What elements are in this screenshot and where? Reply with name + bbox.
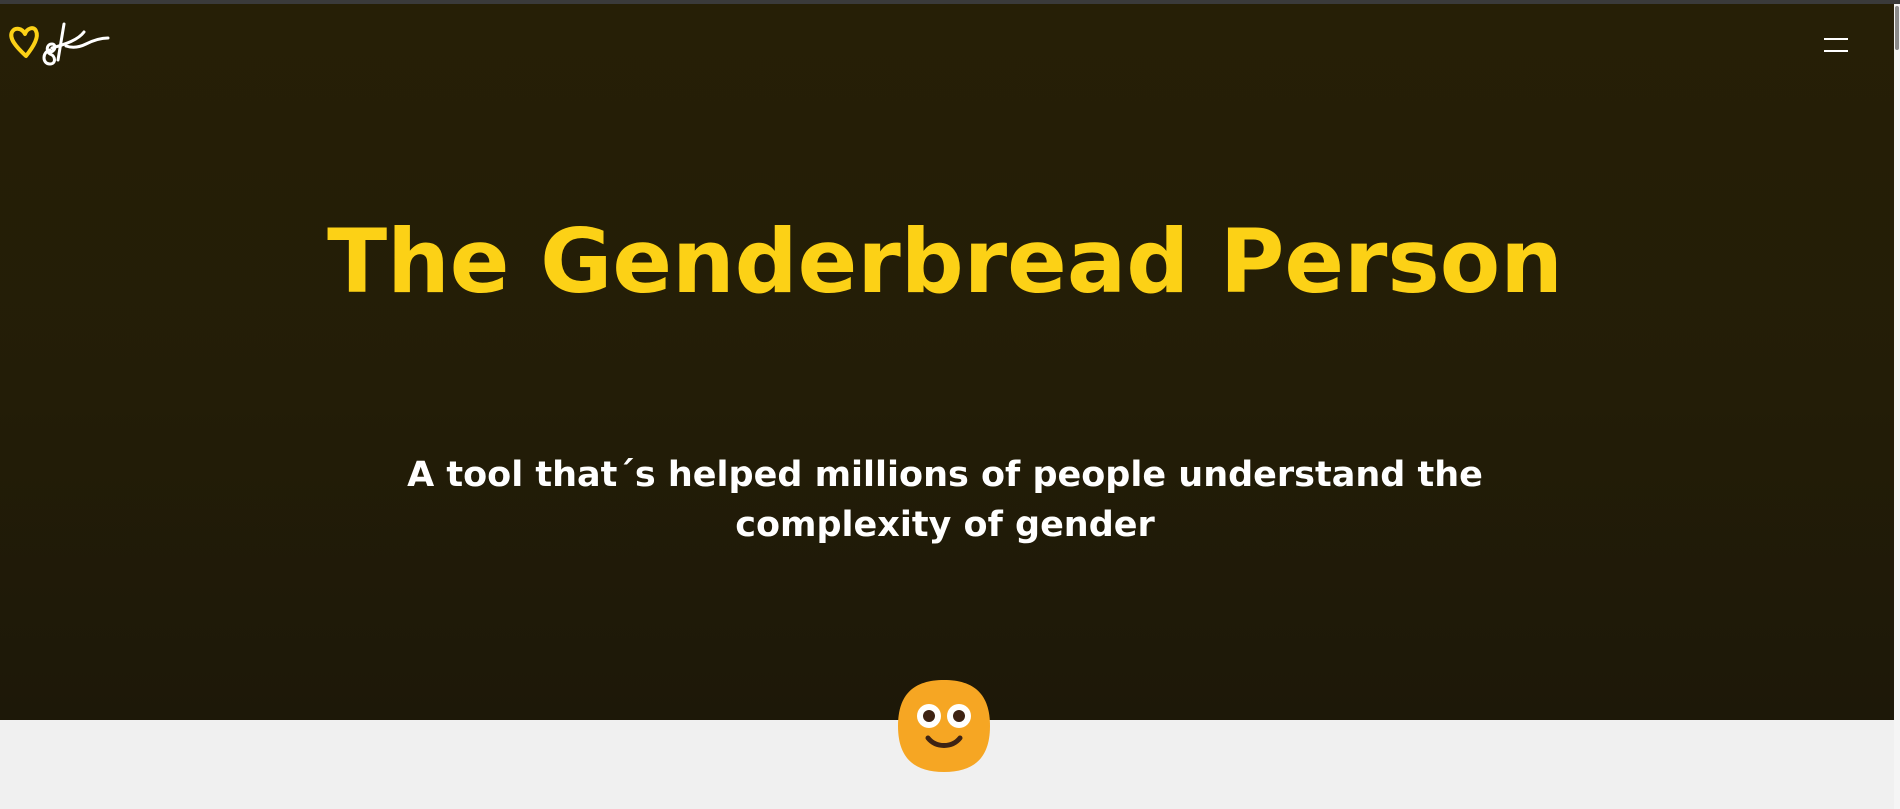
hero-section: The Genderbread Person A tool that´s hel… [0,4,1894,720]
scrollbar-thumb[interactable] [1895,6,1899,50]
menu-button[interactable] [1818,34,1854,58]
smiling-face-icon [898,680,990,772]
hero-subtitle: A tool that´s helped millions of people … [407,455,1483,545]
genderbread-mascot [896,678,992,774]
hamburger-menu-icon-line [1824,50,1848,52]
scrollbar[interactable] [1894,4,1900,809]
hamburger-menu-icon [1824,38,1848,40]
heart-signature-logo-icon [9,22,110,66]
hero-title: The Genderbread Person [327,210,1563,313]
site-logo[interactable] [6,18,110,74]
